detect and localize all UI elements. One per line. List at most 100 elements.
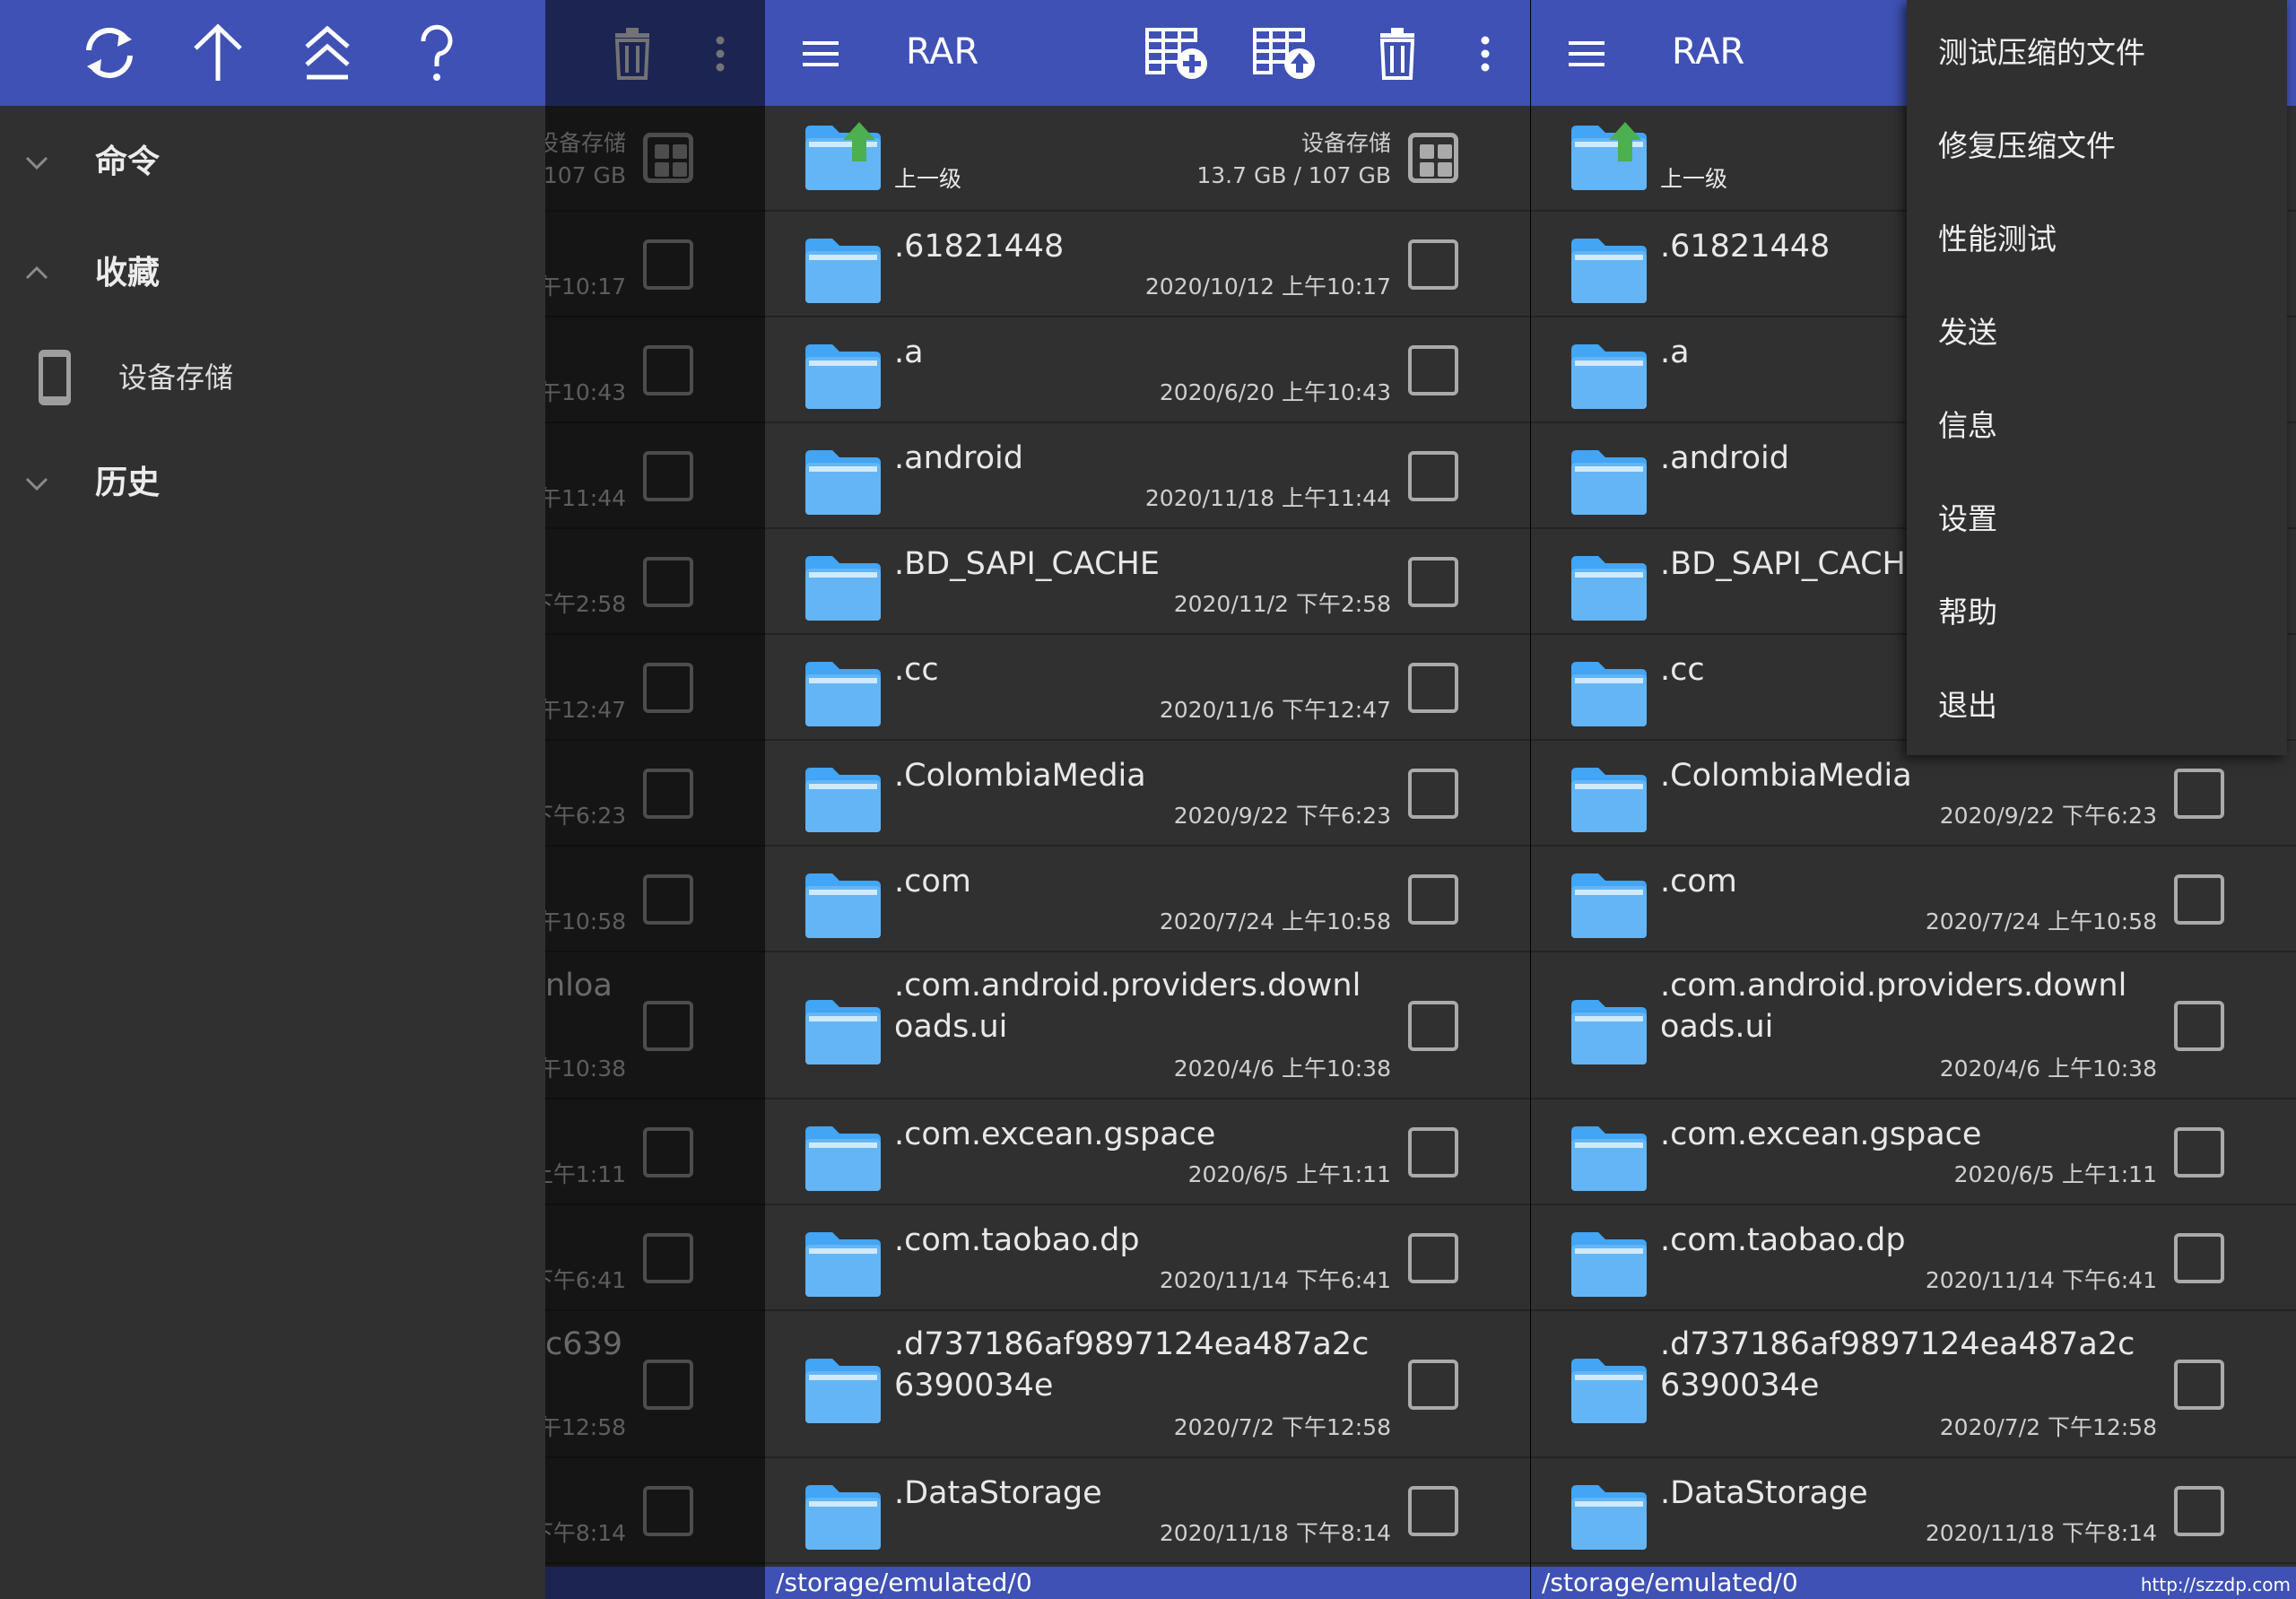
file-name: .ColombiaMedia: [1660, 758, 1912, 794]
folder-icon: [1570, 447, 1648, 517]
parent-directory-row[interactable]: 上一级 设备存储 13.7 GB / 107 GB: [765, 106, 1530, 212]
file-row[interactable]: .d737186af9897124ea487a2c6390034e 2020/7/…: [1531, 1311, 2296, 1458]
file-name: .61821448: [894, 229, 1065, 265]
file-row[interactable]: .android 2020/11/18 上午11:44: [765, 423, 1530, 529]
folder-icon: [804, 996, 883, 1066]
file-row[interactable]: .a 2020/6/20 上午10:43: [765, 317, 1530, 423]
select-checkbox[interactable]: [2174, 874, 2224, 925]
file-row[interactable]: .com.taobao.dp 2020/11/14 下午6:41: [1531, 1205, 2296, 1311]
menu-item-help[interactable]: 帮助: [1938, 592, 1997, 633]
storage-info: 设备存储 13.7 GB / 107 GB: [1196, 127, 1391, 192]
select-checkbox[interactable]: [1408, 239, 1458, 290]
select-checkbox[interactable]: [2174, 1360, 2224, 1410]
file-row[interactable]: .DataStorage 2020/11/18 下午8:14: [1531, 1458, 2296, 1564]
file-row[interactable]: .BD_SAPI_CACHE 2020/11/2 下午2:58: [765, 529, 1530, 635]
folder-icon: [804, 658, 883, 728]
folder-icon: [1570, 658, 1648, 728]
select-checkbox[interactable]: [1408, 557, 1458, 607]
file-row[interactable]: .com 2020/7/24 上午10:58: [765, 847, 1530, 952]
file-name: .cc: [894, 652, 939, 688]
file-row[interactable]: .com 2020/7/24 上午10:58: [1531, 847, 2296, 952]
menu-icon[interactable]: [1565, 32, 1608, 75]
chevron-down-icon: [25, 477, 48, 491]
extract-icon[interactable]: [1251, 24, 1318, 83]
select-checkbox[interactable]: [1408, 345, 1458, 395]
folder-icon: [804, 764, 883, 834]
select-checkbox[interactable]: [2174, 769, 2224, 819]
file-row[interactable]: .ColombiaMedia 2020/9/22 下午6:23: [765, 741, 1530, 847]
drawer-section-favorites[interactable]: 收藏: [0, 233, 545, 314]
more-options-icon[interactable]: [1476, 32, 1494, 75]
file-name: .cc: [1660, 652, 1705, 688]
up-arrow-icon[interactable]: [185, 20, 251, 86]
select-checkbox[interactable]: [1408, 1360, 1458, 1410]
select-checkbox[interactable]: [1408, 874, 1458, 925]
file-row[interactable]: .com.excean.gspace 2020/6/5 上午1:11: [1531, 1099, 2296, 1205]
select-checkbox[interactable]: [1408, 1001, 1458, 1051]
help-icon[interactable]: [404, 20, 470, 86]
delete-icon[interactable]: [1364, 24, 1431, 83]
file-date: 2020/7/2 下午12:58: [1173, 1414, 1391, 1440]
file-name: .com.taobao.dp: [1660, 1222, 1906, 1258]
file-name: .DataStorage: [1660, 1475, 1868, 1511]
select-checkbox[interactable]: [1408, 1233, 1458, 1283]
file-date: 2020/7/24 上午10:58: [1925, 908, 2157, 934]
folder-icon: [804, 1123, 883, 1193]
menu-item-test-archive[interactable]: 测试压缩的文件: [1938, 32, 2145, 74]
folder-icon: [1570, 1355, 1648, 1425]
folder-icon: [1570, 1482, 1648, 1551]
select-checkbox[interactable]: [2174, 1486, 2224, 1536]
select-checkbox[interactable]: [2174, 1127, 2224, 1178]
file-name: .a: [1660, 335, 1690, 370]
select-checkbox[interactable]: [1408, 769, 1458, 819]
path-label: /storage/emulated/0: [1542, 1568, 1798, 1597]
select-checkbox[interactable]: [2174, 1001, 2224, 1051]
file-row[interactable]: .com.android.providers.downloads.ui 2020/…: [765, 952, 1530, 1099]
drawer-section-history[interactable]: 历史: [0, 443, 545, 524]
file-row[interactable]: .cc 2020/11/6 下午12:47: [765, 635, 1530, 741]
folder-icon: [804, 552, 883, 622]
grid-view-icon[interactable]: [1408, 133, 1458, 183]
select-checkbox[interactable]: [1408, 1127, 1458, 1178]
select-checkbox[interactable]: [1408, 451, 1458, 501]
app-title: RAR: [906, 31, 979, 73]
select-checkbox[interactable]: [1408, 1486, 1458, 1536]
file-row[interactable]: .ColombiaMedia 2020/9/22 下午6:23: [1531, 741, 2296, 847]
menu-item-settings[interactable]: 设置: [1938, 499, 1997, 540]
file-row[interactable]: .d737186af9897124ea487a2c6390034e 2020/7/…: [765, 1311, 1530, 1458]
favorite-item-device-storage[interactable]: 设备存储: [0, 339, 545, 420]
navigation-drawer: 命令 收藏 设备存储 历史: [0, 0, 545, 1599]
add-to-archive-icon[interactable]: [1144, 24, 1210, 83]
folder-icon: [1570, 235, 1648, 305]
file-date: 2020/6/5 上午1:11: [1953, 1161, 2157, 1187]
menu-item-info[interactable]: 信息: [1938, 405, 1997, 447]
refresh-icon[interactable]: [76, 20, 143, 86]
select-checkbox[interactable]: [1408, 663, 1458, 713]
file-name: .android: [1660, 440, 1789, 476]
file-row[interactable]: .com.android.providers.downloads.ui 2020/…: [1531, 952, 2296, 1099]
file-date: 2020/9/22 下午6:23: [1173, 803, 1391, 829]
parent-directory-label: 上一级: [894, 166, 962, 192]
folder-icon: [804, 1355, 883, 1425]
file-name: .BD_SAPI_CACHE: [1660, 546, 1926, 582]
folder-icon: [1570, 996, 1648, 1066]
file-date: 2020/11/2 下午2:58: [1173, 591, 1391, 617]
menu-item-send[interactable]: 发送: [1938, 312, 1997, 353]
file-row[interactable]: .DataStorage 2020/11/18 下午8:14: [765, 1458, 1530, 1564]
menu-item-repair-archive[interactable]: 修复压缩文件: [1938, 126, 2116, 167]
file-name: .61821448: [1660, 229, 1831, 265]
file-row[interactable]: .61821448 2020/10/12 上午10:17: [765, 212, 1530, 317]
menu-item-benchmark[interactable]: 性能测试: [1938, 219, 2057, 260]
drawer-section-commands[interactable]: 命令: [0, 122, 545, 203]
menu-icon[interactable]: [799, 32, 842, 75]
select-checkbox[interactable]: [2174, 1233, 2224, 1283]
menu-item-exit[interactable]: 退出: [1938, 685, 1997, 726]
file-row[interactable]: .com.excean.gspace 2020/6/5 上午1:11: [765, 1099, 1530, 1205]
folder-icon: [804, 1482, 883, 1551]
file-date: 2020/9/22 下午6:23: [1939, 803, 2157, 829]
collapse-icon[interactable]: [294, 20, 361, 86]
file-date: 2020/11/18 下午8:14: [1925, 1520, 2157, 1546]
folder-icon: [804, 447, 883, 517]
section-label: 历史: [95, 465, 161, 501]
file-row[interactable]: .com.taobao.dp 2020/11/14 下午6:41: [765, 1205, 1530, 1311]
